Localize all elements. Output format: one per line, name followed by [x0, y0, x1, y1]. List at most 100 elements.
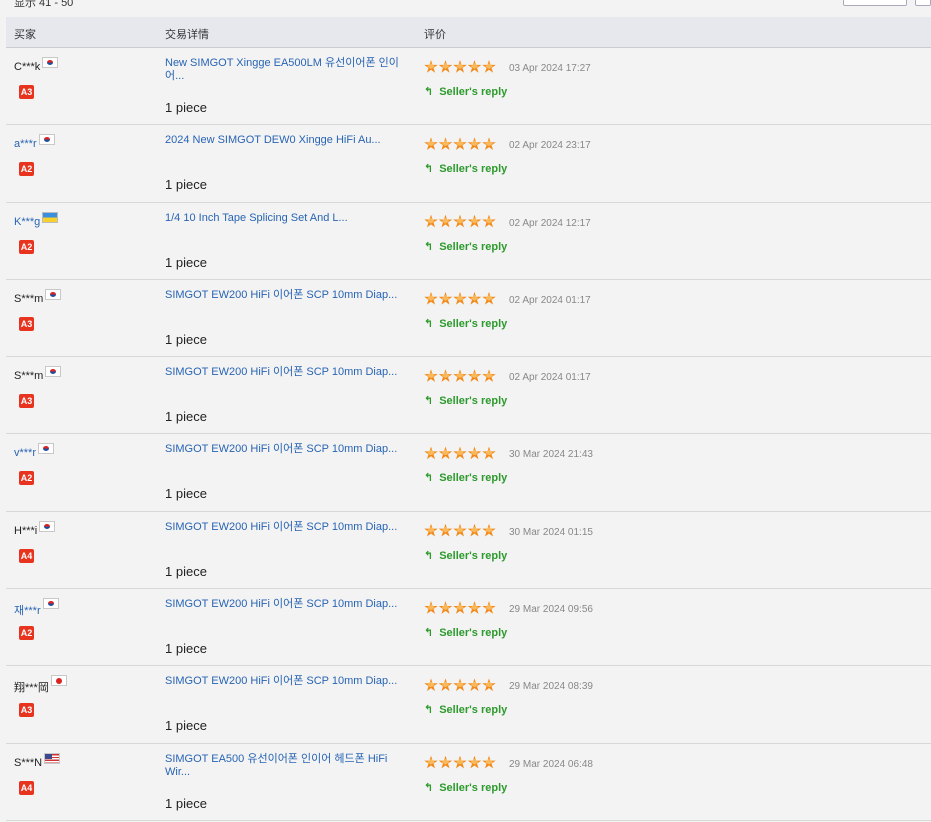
star-icon	[453, 369, 467, 383]
seller-reply-toggle[interactable]: ↰ Seller's reply	[424, 781, 507, 794]
star-rating	[424, 215, 496, 229]
feedback-date: 03 Apr 2024 17:27	[509, 63, 591, 74]
star-icon	[439, 524, 453, 538]
seller-reply-label: Seller's reply	[439, 704, 508, 717]
star-rating	[424, 60, 496, 74]
star-icon	[453, 678, 467, 692]
feedback-date: 29 Mar 2024 06:48	[509, 758, 593, 770]
star-icon	[453, 524, 467, 538]
buyer-level-badge: A3	[19, 703, 34, 718]
star-icon	[453, 215, 467, 229]
buyer-name: S***m	[14, 292, 44, 305]
star-rating	[424, 524, 496, 538]
reply-arrow-icon: ↰	[424, 240, 434, 253]
product-link[interactable]: SIMGOT EW200 HiFi 이어폰 SCP 10mm Diap...	[165, 289, 405, 302]
buyer-level-badge: A2	[19, 626, 34, 641]
quantity-text: 1 piece	[165, 331, 207, 347]
quantity-text: 1 piece	[165, 254, 207, 270]
country-flag-icon	[45, 366, 61, 378]
buyer-name[interactable]: 재***r	[14, 602, 41, 618]
seller-reply-toggle[interactable]: ↰ Seller's reply	[424, 394, 507, 407]
buyer-name[interactable]: v***r	[14, 447, 36, 459]
star-icon	[468, 756, 482, 770]
reply-arrow-icon: ↰	[424, 395, 434, 408]
seller-reply-toggle[interactable]: ↰ Seller's reply	[424, 317, 507, 330]
page-next-button[interactable]	[915, 0, 931, 6]
star-icon	[482, 524, 496, 538]
seller-reply-label: Seller's reply	[439, 163, 508, 176]
country-flag-icon	[44, 752, 60, 764]
seller-reply-toggle[interactable]: ↰ Seller's reply	[424, 240, 507, 253]
star-icon	[482, 215, 496, 229]
product-link[interactable]: SIMGOT EW200 HiFi 이어폰 SCP 10mm Diap...	[165, 366, 405, 379]
feedback-row: C***k A3 New SIMGOT Xingge EA500LM 유선이어폰 인…	[6, 48, 931, 126]
buyer-name[interactable]: K***g	[14, 216, 40, 228]
quantity-text: 1 piece	[165, 409, 207, 425]
star-rating	[424, 756, 496, 770]
country-flag-icon	[39, 134, 55, 146]
product-link[interactable]: 2024 New SIMGOT DEW0 Xingge HiFi Au...	[165, 134, 405, 147]
feedback-date: 29 Mar 2024 08:39	[509, 681, 593, 693]
feedback-date: 02 Apr 2024 12:17	[509, 217, 591, 229]
buyer-level-badge: A2	[19, 471, 34, 486]
seller-reply-toggle[interactable]: ↰ Seller's reply	[424, 85, 507, 98]
quantity-text: 1 piece	[165, 563, 207, 579]
buyer-name: S***N	[14, 756, 43, 769]
star-icon	[439, 215, 453, 229]
star-rating	[424, 137, 496, 151]
feedback-row: K***g A2 1/4 10 Inch Tape Splicing Set And…	[6, 203, 931, 280]
star-icon	[439, 446, 453, 460]
product-link[interactable]: SIMGOT EW200 HiFi 이어폰 SCP 10mm Diap...	[165, 443, 405, 456]
reply-arrow-icon: ↰	[424, 472, 434, 485]
reply-arrow-icon: ↰	[424, 549, 434, 562]
star-icon	[468, 678, 482, 692]
seller-reply-label: Seller's reply	[439, 549, 508, 562]
product-link[interactable]: SIMGOT EA500 유선이어폰 인이어 헤드폰 HiFi Wir...	[165, 753, 405, 779]
product-link[interactable]: 1/4 10 Inch Tape Splicing Set And L...	[165, 212, 405, 225]
seller-reply-toggle[interactable]: ↰ Seller's reply	[424, 549, 507, 562]
page-select[interactable]	[843, 0, 907, 6]
star-icon	[482, 60, 496, 74]
buyer-level-badge: A4	[19, 780, 34, 795]
star-icon	[482, 678, 496, 692]
reply-arrow-icon: ↰	[424, 86, 434, 98]
star-icon	[439, 292, 453, 306]
star-icon	[424, 369, 438, 383]
buyer-name: S***m	[14, 370, 44, 383]
feedback-row: 재***r A2 SIMGOT EW200 HiFi 이어폰 SCP 10mm Di…	[6, 589, 931, 667]
star-icon	[453, 292, 467, 306]
star-icon	[468, 292, 482, 306]
reply-arrow-icon: ↰	[424, 627, 434, 640]
seller-reply-toggle[interactable]: ↰ Seller's reply	[424, 471, 507, 484]
product-link[interactable]: SIMGOT EW200 HiFi 이어폰 SCP 10mm Diap...	[165, 675, 405, 688]
feedback-date: 30 Mar 2024 21:43	[509, 449, 593, 461]
star-rating	[424, 446, 496, 460]
quantity-text: 1 piece	[165, 795, 207, 811]
seller-reply-toggle[interactable]: ↰ Seller's reply	[424, 162, 507, 175]
feedback-row: S***N A4 SIMGOT EA500 유선이어폰 인이어 헤드폰 HiFi W…	[6, 744, 931, 821]
seller-reply-toggle[interactable]: ↰ Seller's reply	[424, 626, 507, 639]
column-header-rating: 评价	[424, 29, 446, 41]
seller-reply-label: Seller's reply	[439, 395, 508, 408]
product-link[interactable]: SIMGOT EW200 HiFi 이어폰 SCP 10mm Diap...	[165, 521, 405, 534]
quantity-text: 1 piece	[165, 177, 207, 193]
buyer-level-badge: A4	[19, 548, 34, 563]
star-icon	[424, 446, 438, 460]
star-icon	[424, 524, 438, 538]
quantity-text: 1 piece	[165, 486, 207, 502]
buyer-level-badge: A3	[19, 394, 34, 409]
star-icon	[453, 601, 467, 615]
buyer-name[interactable]: a***r	[14, 138, 37, 150]
product-link[interactable]: SIMGOT EW200 HiFi 이어폰 SCP 10mm Diap...	[165, 598, 405, 611]
star-icon	[424, 678, 438, 692]
table-header: 买家 交易详情 评价	[6, 17, 931, 48]
country-flag-icon	[38, 443, 54, 455]
seller-reply-toggle[interactable]: ↰ Seller's reply	[424, 703, 507, 716]
product-link[interactable]: New SIMGOT Xingge EA500LM 유선이어폰 인이어...	[165, 57, 405, 83]
buyer-level-badge: A2	[19, 239, 34, 254]
reply-arrow-icon: ↰	[424, 163, 434, 176]
star-icon	[482, 601, 496, 615]
country-flag-icon	[45, 288, 61, 300]
pager-bar: 显示 41 - 50	[0, 0, 931, 10]
buyer-level-badge: A3	[19, 316, 34, 331]
